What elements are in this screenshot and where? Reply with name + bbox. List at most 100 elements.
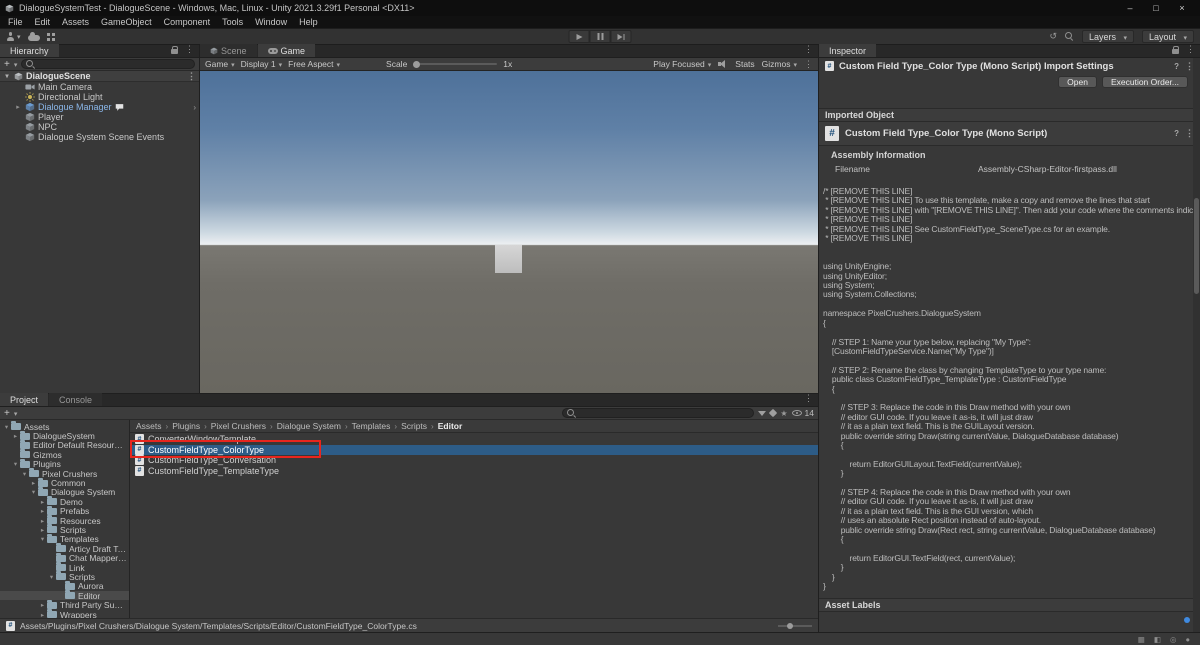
project-search[interactable] [562, 408, 755, 418]
aspect-ratio-dropdown[interactable]: Free Aspect [288, 59, 340, 69]
slider-thumb[interactable] [413, 60, 421, 68]
scrollbar-thumb[interactable] [1194, 198, 1199, 294]
create-button[interactable] [4, 59, 10, 70]
kebab-menu-icon[interactable] [804, 44, 813, 55]
search-by-label-icon[interactable] [769, 408, 778, 418]
open-button[interactable]: Open [1058, 76, 1097, 88]
tab-project[interactable]: Project [0, 393, 49, 406]
breadcrumb-segment[interactable]: Plugins [172, 421, 200, 431]
breadcrumb-segment[interactable]: Assets [136, 421, 162, 431]
tree-item-editor[interactable]: Editor [0, 590, 129, 601]
tree-item-chat-mapper[interactable]: Chat Mapper Templates [0, 552, 129, 563]
chevron-down-icon[interactable] [11, 460, 20, 468]
chevron-down-icon[interactable] [47, 573, 56, 581]
asset-labels-bar[interactable]: Asset Labels [819, 598, 1200, 612]
chevron-right-icon[interactable] [38, 601, 47, 609]
game-viewport[interactable] [200, 71, 818, 393]
chevron-down-icon[interactable] [3, 72, 11, 80]
tree-item-templates[interactable]: Templates [0, 533, 129, 544]
hierarchy-item-dialogue-manager[interactable]: ▸ Dialogue Manager › [0, 102, 199, 112]
kebab-menu-icon[interactable] [804, 59, 813, 70]
project-search-input[interactable] [579, 408, 750, 418]
minimize-button[interactable] [1125, 3, 1135, 13]
maximize-button[interactable] [1151, 3, 1161, 13]
tree-item-scripts[interactable]: Scripts [0, 524, 129, 535]
chevron-right-icon[interactable] [38, 507, 47, 515]
tree-item-demo[interactable]: Demo [0, 496, 129, 507]
kebab-menu-icon[interactable] [1186, 44, 1195, 55]
tree-item-articy-draft[interactable]: Articy Draft Templates [0, 543, 129, 554]
create-button[interactable] [4, 408, 10, 419]
tab-scene[interactable]: Scene [200, 44, 257, 57]
help-icon[interactable] [1174, 128, 1179, 139]
hierarchy-item-scene-events[interactable]: Dialogue System Scene Events [0, 132, 199, 142]
status-target-icon[interactable]: ◎ [1170, 635, 1177, 644]
status-activity-icon[interactable]: ● [1185, 635, 1190, 644]
menu-file[interactable]: File [2, 17, 29, 27]
chevron-right-icon[interactable] [38, 526, 47, 534]
file-customfieldtype-templatetype[interactable]: CustomFieldType_TemplateType [130, 465, 818, 477]
chevron-right-icon[interactable] [38, 498, 47, 506]
icon-size-slider[interactable] [778, 622, 812, 630]
kebab-menu-icon[interactable] [185, 44, 194, 55]
gizmos-dropdown[interactable]: Gizmos [762, 59, 797, 69]
account-button[interactable] [6, 31, 21, 42]
scale-slider[interactable] [413, 59, 498, 69]
undo-history-icon[interactable] [1049, 31, 1057, 42]
hierarchy-item-main-camera[interactable]: Main Camera [0, 82, 199, 92]
hierarchy-item-player[interactable]: Player [0, 112, 199, 122]
chevron-right-icon[interactable]: ▸ [14, 103, 22, 111]
menu-help[interactable]: Help [293, 17, 324, 27]
help-icon[interactable] [1174, 61, 1179, 72]
kebab-menu-icon[interactable] [187, 71, 196, 82]
tree-item-prefabs[interactable]: Prefabs [0, 505, 129, 516]
breadcrumb-segment[interactable]: Templates [352, 421, 391, 431]
chevron-down-icon[interactable] [20, 470, 29, 478]
display-dropdown[interactable]: Display 1 [241, 59, 282, 69]
status-panel-icon[interactable]: ◧ [1154, 635, 1161, 644]
tree-item-common[interactable]: Common [0, 477, 129, 488]
chevron-right-icon[interactable] [29, 479, 38, 487]
file-converterwindowtemplate[interactable]: ConverterWindowTemplate [130, 434, 818, 445]
services-button[interactable] [46, 32, 55, 41]
chevron-down-icon[interactable] [38, 535, 47, 543]
file-customfieldtype-colortype[interactable]: CustomFieldType_ColorType [130, 444, 818, 455]
breadcrumb-segment[interactable]: Pixel Crushers [211, 421, 266, 431]
search-icon[interactable] [1065, 32, 1074, 41]
menu-assets[interactable]: Assets [56, 17, 95, 27]
chevron-right-icon[interactable] [38, 611, 47, 619]
breadcrumb-segment[interactable]: Dialogue System [277, 421, 341, 431]
menu-component[interactable]: Component [158, 17, 217, 27]
hierarchy-search[interactable] [21, 59, 195, 69]
inspector-scrollbar[interactable] [1193, 58, 1200, 632]
layers-dropdown[interactable]: Layers [1082, 30, 1134, 43]
tab-hierarchy[interactable]: Hierarchy [0, 44, 59, 57]
saved-search-star-icon[interactable] [780, 408, 787, 419]
hidden-packages-count[interactable]: 14 [791, 408, 814, 418]
search-by-type-icon[interactable] [758, 410, 767, 416]
step-button[interactable] [610, 30, 632, 43]
tree-item-wrappers[interactable]: Wrappers [0, 609, 129, 619]
tree-item-assets[interactable]: Assets [0, 421, 129, 432]
tab-console[interactable]: Console [49, 393, 103, 406]
hierarchy-item-directional-light[interactable]: Directional Light [0, 92, 199, 102]
menu-edit[interactable]: Edit [29, 17, 57, 27]
lock-icon[interactable] [170, 45, 178, 54]
breadcrumb-segment[interactable]: Scripts [401, 421, 427, 431]
open-prefab-chevron-icon[interactable]: › [193, 103, 199, 112]
menu-tools[interactable]: Tools [216, 17, 249, 27]
tab-inspector[interactable]: Inspector [819, 44, 877, 57]
status-grid-icon[interactable]: ▦ [1138, 635, 1145, 644]
breadcrumb-segment[interactable]: Editor [438, 421, 463, 431]
slider-thumb[interactable] [787, 622, 793, 629]
chevron-down-icon[interactable] [29, 488, 38, 496]
menu-gameobject[interactable]: GameObject [95, 17, 158, 27]
close-button[interactable] [1177, 3, 1187, 13]
game-mode-dropdown[interactable]: Game [205, 59, 235, 69]
play-focused-dropdown[interactable]: Play Focused [653, 59, 711, 69]
menu-window[interactable]: Window [249, 17, 293, 27]
mute-audio-icon[interactable] [718, 59, 728, 69]
file-customfieldtype-conversation[interactable]: CustomFieldType_Conversation [130, 455, 818, 466]
tree-item-third-party-support[interactable]: Third Party Support [0, 599, 129, 610]
tree-item-dialogue-system[interactable]: Dialogue System [0, 486, 129, 497]
